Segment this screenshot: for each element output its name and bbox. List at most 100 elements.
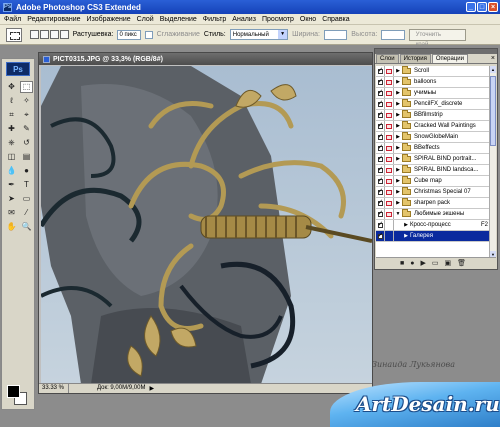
maximize-button[interactable]: □ [477, 2, 487, 12]
pen-tool-icon[interactable]: ✒ [5, 179, 18, 191]
scroll-thumb[interactable] [490, 76, 496, 146]
type-tool-icon[interactable]: T [20, 179, 33, 191]
dialog-toggle[interactable] [385, 77, 394, 87]
dialog-toggle[interactable] [385, 132, 394, 142]
action-row[interactable]: ▶ sharpen pack [376, 198, 490, 209]
dialog-toggle[interactable] [385, 209, 394, 219]
menu-image[interactable]: Изображение [87, 16, 131, 23]
action-toggle-checkbox[interactable] [376, 66, 385, 76]
action-row[interactable]: ▶ Cracked Wall Paintings [376, 121, 490, 132]
menu-window[interactable]: Окно [300, 16, 316, 23]
tab-history[interactable]: История [399, 54, 431, 63]
dialog-toggle[interactable] [385, 165, 394, 175]
brush-tool-icon[interactable]: ✎ [20, 123, 33, 135]
clone-stamp-icon[interactable]: ⎈ [5, 137, 18, 149]
notes-tool-icon[interactable]: ✉ [5, 207, 18, 219]
eyedropper-icon[interactable]: ⁄ [20, 207, 33, 219]
image-canvas[interactable] [41, 66, 372, 384]
dialog-toggle[interactable] [385, 143, 394, 153]
stop-icon[interactable]: ■ [400, 260, 404, 267]
new-action-icon[interactable]: ▣ [444, 260, 451, 267]
action-toggle-checkbox[interactable] [376, 121, 385, 131]
action-toggle-checkbox[interactable] [376, 198, 385, 208]
action-row[interactable]: ▶ учимыы [376, 88, 490, 99]
move-tool-icon[interactable]: ✥ [5, 81, 18, 93]
scroll-up-icon[interactable]: ▲ [490, 66, 496, 73]
expand-down-icon[interactable]: ▶ [402, 222, 410, 228]
dialog-toggle[interactable] [385, 198, 394, 208]
tab-layers[interactable]: Слои [376, 54, 399, 63]
subtract-selection-icon[interactable] [49, 30, 59, 39]
height-input[interactable] [381, 29, 405, 40]
minimize-button[interactable]: _ [466, 2, 476, 12]
expand-down-icon[interactable]: ▶ [402, 233, 410, 239]
path-select-icon[interactable]: ➤ [5, 193, 18, 205]
action-toggle-checkbox[interactable] [376, 220, 385, 230]
menu-filter[interactable]: Фильтр [203, 16, 227, 23]
action-row[interactable]: ▶ BBeffects [376, 143, 490, 154]
zoom-level-field[interactable]: 33.33 % [39, 384, 69, 393]
width-input[interactable] [323, 29, 348, 40]
play-icon[interactable]: ▶ [420, 260, 425, 267]
dialog-toggle[interactable] [385, 99, 394, 109]
expand-right-icon[interactable]: ▶ [394, 167, 402, 173]
expand-right-icon[interactable]: ▶ [394, 156, 402, 162]
action-row[interactable]: ▶ Christmas Special 07 [376, 187, 490, 198]
action-row[interactable]: ▶ SPIRAL BIND landsca... [376, 165, 490, 176]
expand-right-icon[interactable]: ▶ [394, 189, 402, 195]
new-set-folder-icon[interactable]: ▭ [432, 260, 439, 267]
action-toggle-checkbox[interactable] [376, 110, 385, 120]
action-toggle-checkbox[interactable] [376, 176, 385, 186]
trash-icon[interactable]: 🗑 [457, 260, 466, 267]
tab-actions[interactable]: Операции [431, 54, 468, 63]
foreground-color-swatch[interactable] [7, 385, 20, 398]
eraser-tool-icon[interactable]: ◫ [5, 151, 18, 163]
expand-right-icon[interactable]: ▶ [394, 101, 402, 107]
action-toggle-checkbox[interactable] [376, 88, 385, 98]
action-toggle-checkbox[interactable] [376, 132, 385, 142]
style-select[interactable]: Нормальный ▼ [229, 29, 289, 40]
expand-right-icon[interactable]: ▶ [394, 79, 402, 85]
add-selection-icon[interactable] [39, 30, 49, 39]
new-selection-icon[interactable] [29, 30, 39, 39]
menu-analysis[interactable]: Анализ [232, 16, 256, 23]
panel-menu-icon[interactable]: × [491, 55, 495, 62]
expand-right-icon[interactable]: ▶ [394, 145, 402, 151]
action-toggle-checkbox[interactable] [376, 165, 385, 175]
expand-right-icon[interactable]: ▶ [394, 68, 402, 74]
dialog-toggle[interactable] [385, 187, 394, 197]
dodge-tool-icon[interactable]: ● [20, 165, 33, 177]
history-brush-icon[interactable]: ↺ [20, 137, 33, 149]
actions-scrollbar[interactable]: ▲ ▼ [489, 66, 496, 258]
feather-input[interactable]: 0 пикс [117, 29, 141, 40]
action-row[interactable]: ▼ Любимые экшены [376, 209, 490, 220]
slice-tool-icon[interactable]: ⌖ [20, 109, 33, 121]
tool-preset-picker[interactable] [6, 27, 22, 42]
status-menu-arrow-icon[interactable]: ▶ [149, 385, 154, 392]
menu-file[interactable]: Файл [4, 16, 21, 23]
dialog-toggle[interactable] [385, 220, 394, 230]
dialog-toggle[interactable] [385, 154, 394, 164]
shape-tool-icon[interactable]: ▭ [20, 193, 33, 205]
document-title-bar[interactable]: PICT0315.JPG @ 33,3% (RGB/8#) [39, 53, 372, 65]
action-toggle-checkbox[interactable] [376, 99, 385, 109]
hand-tool-icon[interactable]: ✋ [5, 221, 18, 233]
crop-tool-icon[interactable]: ⌗ [5, 109, 18, 121]
expand-right-icon[interactable]: ▶ [394, 90, 402, 96]
healing-brush-icon[interactable]: ✚ [5, 123, 18, 135]
action-row[interactable]: ▶ SPIRAL BIND portrait... [376, 154, 490, 165]
action-row[interactable]: ▶Кросс-процесс F2 [376, 220, 490, 231]
intersect-selection-icon[interactable] [59, 30, 69, 39]
action-row[interactable]: ▶ Cube map [376, 176, 490, 187]
expand-down-icon[interactable]: ▼ [394, 211, 402, 217]
zoom-tool-icon[interactable]: 🔍 [20, 221, 33, 233]
dialog-toggle[interactable] [385, 231, 394, 241]
action-toggle-checkbox[interactable] [376, 187, 385, 197]
lasso-tool-icon[interactable]: ℓ [5, 95, 18, 107]
expand-right-icon[interactable]: ▶ [394, 112, 402, 118]
menu-help[interactable]: Справка [322, 16, 349, 23]
dialog-toggle[interactable] [385, 121, 394, 131]
blur-tool-icon[interactable]: 💧 [5, 165, 18, 177]
antialias-checkbox[interactable] [144, 30, 153, 39]
action-row[interactable]: ▶ Scroll [376, 66, 490, 77]
